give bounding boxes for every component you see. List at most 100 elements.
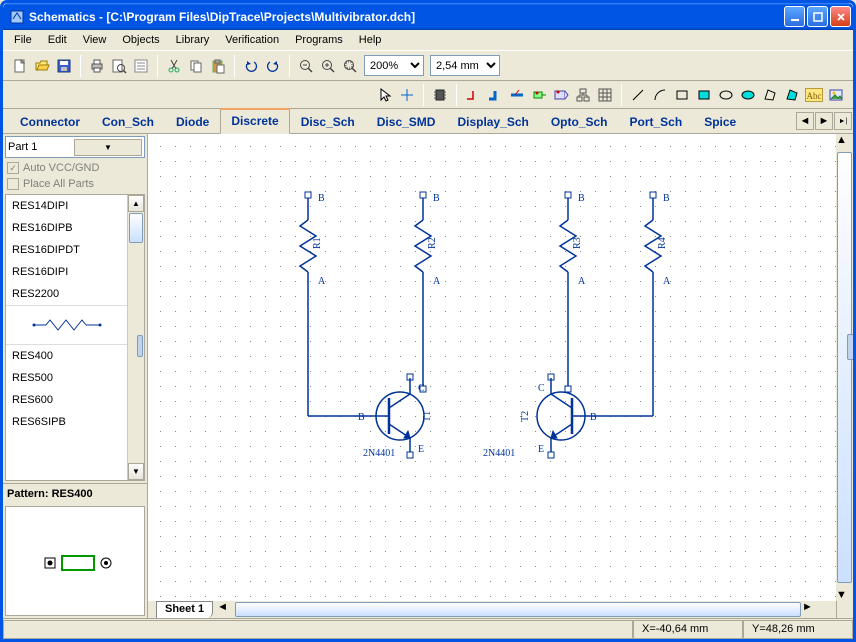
tab-diode[interactable]: Diode (165, 110, 220, 134)
fillrect-icon[interactable] (693, 84, 715, 106)
tab-spice[interactable]: Spice (693, 110, 747, 134)
tab-opto-sch[interactable]: Opto_Sch (540, 110, 619, 134)
menu-file[interactable]: File (7, 32, 39, 48)
zoom-window-icon[interactable] (339, 55, 361, 77)
netport-icon[interactable] (528, 84, 550, 106)
scroll-right-icon[interactable]: ► (802, 601, 819, 618)
close-button[interactable] (830, 6, 851, 27)
part-list-scrollbar[interactable]: ▲ ▼ (127, 195, 144, 480)
zoom-select[interactable]: 200% (364, 55, 424, 76)
minimize-button[interactable] (784, 6, 805, 27)
part-list[interactable]: RES14DIPI RES16DIPB RES16DIPDT RES16DIPI… (5, 194, 145, 481)
pointer-icon[interactable] (374, 84, 396, 106)
pattern-preview (5, 506, 145, 616)
maximize-button[interactable] (807, 6, 828, 27)
menu-view[interactable]: View (76, 32, 114, 48)
scroll-up-icon[interactable]: ▲ (836, 134, 853, 146)
text-icon[interactable]: Abc (803, 84, 825, 106)
list-item[interactable]: RES2200 (6, 283, 127, 305)
svg-text:Abc: Abc (807, 91, 822, 101)
menu-library[interactable]: Library (169, 32, 217, 48)
scroll-up-icon[interactable]: ▲ (128, 195, 144, 212)
part-selector[interactable]: Part 1 ▼ (5, 136, 145, 158)
preview-icon[interactable] (108, 55, 130, 77)
arc-icon[interactable] (649, 84, 671, 106)
titles-icon[interactable] (130, 55, 152, 77)
list-item[interactable]: RES6SIPB (6, 411, 127, 433)
tabs-scroll-right[interactable]: ► (815, 112, 833, 130)
save-icon[interactable] (53, 55, 75, 77)
svg-text:R3: R3 (572, 237, 583, 249)
paste-icon[interactable] (207, 55, 229, 77)
list-item[interactable]: RES16DIPI (6, 261, 127, 283)
tab-con-sch[interactable]: Con_Sch (91, 110, 165, 134)
image-icon[interactable] (825, 84, 847, 106)
grid-select[interactable]: 2,54 mm (430, 55, 500, 76)
menu-verification[interactable]: Verification (218, 32, 286, 48)
list-item[interactable]: RES400 (6, 345, 127, 367)
scroll-pad[interactable] (137, 335, 143, 357)
auto-vcc-checkbox[interactable]: ✓Auto VCC/GND (3, 160, 147, 176)
fillpoly-icon[interactable] (781, 84, 803, 106)
svg-text:A: A (318, 276, 326, 287)
wire-icon[interactable] (462, 84, 484, 106)
copy-icon[interactable] (185, 55, 207, 77)
scroll-left-icon[interactable]: ◄ (217, 601, 234, 618)
tab-port-sch[interactable]: Port_Sch (619, 110, 694, 134)
svg-text:A: A (433, 276, 441, 287)
origin-icon[interactable] (396, 84, 418, 106)
scroll-down-icon[interactable]: ▼ (836, 589, 853, 601)
svg-text:B: B (358, 412, 365, 423)
sheet-tab[interactable]: Sheet 1 (156, 601, 213, 618)
component-icon[interactable] (429, 84, 451, 106)
dropdown-icon[interactable]: ▼ (74, 139, 142, 156)
hierarchy-icon[interactable] (572, 84, 594, 106)
poly-icon[interactable] (759, 84, 781, 106)
tab-disc-sch[interactable]: Disc_Sch (290, 110, 366, 134)
open-icon[interactable] (31, 55, 53, 77)
place-all-checkbox[interactable]: Place All Parts (3, 176, 147, 192)
menu-edit[interactable]: Edit (41, 32, 74, 48)
rect-icon[interactable] (671, 84, 693, 106)
canvas-vscrollbar[interactable]: ▲ ▼ (836, 134, 853, 601)
tabs-scroll-left[interactable]: ◄ (796, 112, 814, 130)
list-item[interactable]: RES500 (6, 367, 127, 389)
menu-objects[interactable]: Objects (115, 32, 166, 48)
schematic-drawing: B R1 A B (148, 134, 848, 604)
list-item[interactable]: RES16DIPB (6, 217, 127, 239)
menubar: File Edit View Objects Library Verificat… (3, 30, 853, 51)
canvas-hscrollbar[interactable]: Sheet 1 ◄ ► (148, 601, 853, 618)
titlebar[interactable]: Schematics - [C:\Program Files\DipTrace\… (3, 3, 853, 30)
tab-display-sch[interactable]: Display_Sch (446, 110, 539, 134)
undo-icon[interactable] (240, 55, 262, 77)
tab-discrete[interactable]: Discrete (220, 108, 289, 134)
tabs-scroll-end[interactable]: ►| (834, 112, 852, 130)
redo-icon[interactable] (262, 55, 284, 77)
line-icon[interactable] (627, 84, 649, 106)
grid-icon[interactable] (594, 84, 616, 106)
list-item[interactable]: RES14DIPI (6, 195, 127, 217)
scroll-down-icon[interactable]: ▼ (128, 463, 144, 480)
list-item[interactable]: RES16DIPDT (6, 239, 127, 261)
svg-text:E: E (538, 444, 544, 455)
cut-icon[interactable] (163, 55, 185, 77)
scroll-pad[interactable] (847, 334, 853, 360)
page-connector-icon[interactable] (550, 84, 572, 106)
ellipse-icon[interactable] (715, 84, 737, 106)
schematic-canvas[interactable]: B R1 A B (148, 134, 853, 618)
pattern-label: Pattern: RES400 (3, 483, 147, 504)
bus-icon[interactable] (484, 84, 506, 106)
library-tabs: Connector Con_Sch Diode Discrete Disc_Sc… (3, 109, 853, 134)
fillellipse-icon[interactable] (737, 84, 759, 106)
tab-disc-smd[interactable]: Disc_SMD (366, 110, 447, 134)
print-icon[interactable] (86, 55, 108, 77)
zoom-in-icon[interactable] (317, 55, 339, 77)
tab-connector[interactable]: Connector (9, 110, 91, 134)
new-icon[interactable] (9, 55, 31, 77)
menu-help[interactable]: Help (352, 32, 389, 48)
list-item-preview[interactable] (6, 305, 127, 345)
menu-programs[interactable]: Programs (288, 32, 350, 48)
list-item[interactable]: RES600 (6, 389, 127, 411)
zoom-out-icon[interactable] (295, 55, 317, 77)
busentry-icon[interactable] (506, 84, 528, 106)
